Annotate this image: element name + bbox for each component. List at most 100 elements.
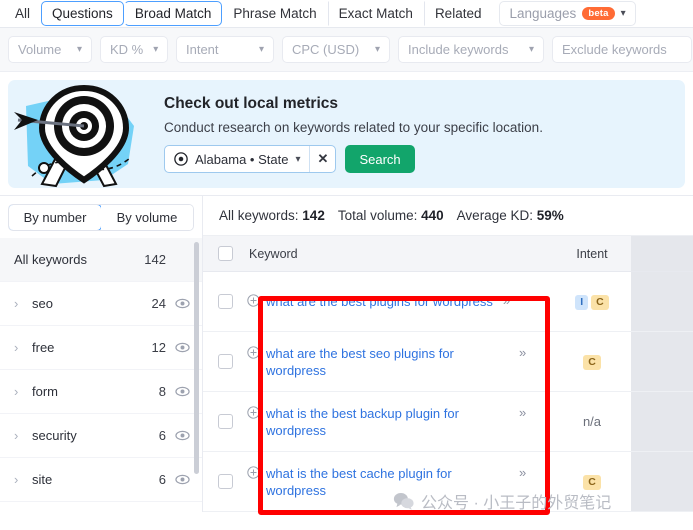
- chevron-right-icon[interactable]: ›: [14, 340, 32, 355]
- table-row[interactable]: what is the best backup plugin for wordp…: [203, 392, 693, 452]
- eye-icon[interactable]: [175, 340, 190, 355]
- keyword-expand-chevron[interactable]: »: [503, 293, 510, 308]
- sidebar-item-site[interactable]: › site 6: [0, 458, 202, 502]
- chevron-down-icon: ▾: [153, 44, 159, 55]
- keyword-magic-tool-screen: All Questions Broad Match Phrase Match E…: [0, 0, 693, 530]
- languages-dropdown[interactable]: Languages beta ▾: [499, 1, 636, 26]
- chevron-down-icon: ▾: [374, 44, 380, 55]
- intent-badge-commercial[interactable]: C: [583, 354, 601, 370]
- row-select-cell: [203, 294, 247, 309]
- keyword-link[interactable]: what are the best plugins for wordpress: [266, 293, 493, 310]
- toggle-by-number[interactable]: By number: [9, 205, 102, 230]
- keyword-link[interactable]: what is the best backup plugin for wordp…: [266, 405, 509, 439]
- tab-exact-match[interactable]: Exact Match: [327, 1, 424, 26]
- add-keyword-icon[interactable]: [247, 294, 260, 307]
- chevron-right-icon[interactable]: ›: [14, 296, 32, 311]
- row-checkbox[interactable]: [217, 414, 233, 429]
- eye-icon[interactable]: [175, 296, 190, 311]
- tab-related[interactable]: Related: [423, 1, 493, 26]
- eye-icon[interactable]: [175, 428, 190, 443]
- chevron-right-icon[interactable]: ›: [14, 472, 32, 487]
- table-row[interactable]: what are the best plugins for wordpress …: [203, 272, 693, 332]
- filter-intent[interactable]: Intent ▾: [176, 36, 274, 63]
- row-checkbox[interactable]: [217, 294, 233, 309]
- sidebar-item-label: form: [32, 384, 58, 399]
- sidebar-item-label: site: [32, 472, 53, 487]
- banner-controls: Alabama • State ▾ ✕ Search: [164, 145, 543, 173]
- sidebar-item-seo[interactable]: › seo 24: [0, 282, 202, 326]
- keyword-expand-chevron[interactable]: »: [519, 465, 526, 480]
- keyword-link[interactable]: what is the best cache plugin for wordpr…: [266, 465, 509, 499]
- sidebar-item-form[interactable]: › form 8: [0, 370, 202, 414]
- filter-cpc[interactable]: CPC (USD) ▾: [282, 36, 390, 63]
- row-checkbox[interactable]: [217, 474, 233, 489]
- sidebar-item-label: All keywords: [14, 252, 87, 267]
- sidebar-scrollbar-thumb[interactable]: [194, 242, 199, 474]
- content-body: By number By volume All keywords 142 › s…: [0, 195, 693, 512]
- match-type-tabbar: All Questions Broad Match Phrase Match E…: [0, 0, 693, 28]
- location-selector[interactable]: Alabama • State ▾ ✕: [164, 145, 337, 173]
- intent-cell: n/a: [553, 414, 631, 429]
- keyword-groups-sidebar: By number By volume All keywords 142 › s…: [0, 195, 203, 512]
- row-tail-cell: [631, 272, 693, 331]
- chevron-right-icon[interactable]: ›: [14, 384, 32, 399]
- tab-phrase-match-label: Phrase Match: [233, 6, 317, 21]
- table-summary: All keywords: 142 Total volume: 440 Aver…: [203, 196, 693, 236]
- filter-volume-label: Volume: [18, 42, 62, 57]
- keyword-cell: what is the best backup plugin for wordp…: [247, 399, 553, 445]
- local-metrics-banner-wrap: Check out local metrics Conduct research…: [0, 72, 693, 188]
- tab-questions[interactable]: Questions: [41, 1, 124, 26]
- filter-kd[interactable]: KD % ▾: [100, 36, 168, 63]
- column-header-intent[interactable]: Intent: [553, 247, 631, 261]
- tab-all[interactable]: All: [4, 1, 41, 26]
- row-select-cell: [203, 474, 247, 489]
- row-tail-cell: [631, 392, 693, 451]
- keyword-link[interactable]: what are the best seo plugins for wordpr…: [266, 345, 509, 379]
- add-keyword-icon[interactable]: [247, 405, 260, 419]
- filter-include-keywords[interactable]: Include keywords ▾: [398, 36, 544, 63]
- filter-exclude-keywords[interactable]: Exclude keywords: [552, 36, 692, 63]
- row-select-cell: [203, 354, 247, 369]
- intent-badge-commercial[interactable]: C: [583, 474, 601, 490]
- search-button[interactable]: Search: [345, 145, 415, 173]
- chevron-down-icon: ▾: [76, 44, 82, 55]
- filter-bar: Volume ▾ KD % ▾ Intent ▾ CPC (USD) ▾ Inc…: [0, 28, 693, 72]
- tab-broad-match-label: Broad Match: [134, 6, 212, 21]
- summary-average-kd: Average KD: 59%: [457, 208, 564, 223]
- sidebar-item-count: 12: [151, 340, 166, 355]
- intent-cell: C: [553, 353, 631, 370]
- table-row[interactable]: what is the best cache plugin for wordpr…: [203, 452, 693, 512]
- sidebar-item-security[interactable]: › security 6: [0, 414, 202, 458]
- location-selector-main[interactable]: Alabama • State ▾: [165, 146, 309, 172]
- sidebar-item-all-keywords[interactable]: All keywords 142: [0, 238, 202, 282]
- tab-broad-match[interactable]: Broad Match: [123, 1, 223, 26]
- tab-related-label: Related: [434, 6, 482, 21]
- filter-cpc-label: CPC (USD): [292, 42, 360, 57]
- select-all-cell: [203, 246, 247, 261]
- toggle-by-volume[interactable]: By volume: [101, 205, 193, 230]
- row-checkbox[interactable]: [217, 354, 233, 369]
- keyword-cell: what are the best seo plugins for wordpr…: [247, 339, 553, 385]
- select-all-checkbox[interactable]: [217, 246, 233, 261]
- add-keyword-icon[interactable]: [247, 345, 260, 359]
- intent-badge-informational[interactable]: I: [575, 294, 589, 310]
- keyword-expand-chevron[interactable]: »: [519, 345, 526, 360]
- table-row[interactable]: what are the best seo plugins for wordpr…: [203, 332, 693, 392]
- chevron-right-icon[interactable]: ›: [14, 428, 32, 443]
- sidebar-item-count: 24: [151, 296, 166, 311]
- clear-location-button[interactable]: ✕: [309, 146, 335, 172]
- intent-cell: IC: [553, 293, 631, 310]
- eye-icon[interactable]: [175, 472, 190, 487]
- filter-volume[interactable]: Volume ▾: [8, 36, 92, 63]
- keyword-expand-chevron[interactable]: »: [519, 405, 526, 420]
- tab-phrase-match[interactable]: Phrase Match: [222, 1, 327, 26]
- add-keyword-icon[interactable]: [247, 465, 260, 479]
- intent-na-label: n/a: [582, 414, 602, 429]
- column-header-keyword[interactable]: Keyword: [247, 247, 553, 261]
- intent-badge-commercial[interactable]: C: [591, 294, 609, 310]
- sidebar-item-free[interactable]: › free 12: [0, 326, 202, 370]
- eye-icon[interactable]: [175, 384, 190, 399]
- summary-all-keywords-value: 142: [302, 208, 325, 223]
- beta-badge: beta: [582, 7, 615, 20]
- filter-exclude-keywords-label: Exclude keywords: [562, 42, 667, 57]
